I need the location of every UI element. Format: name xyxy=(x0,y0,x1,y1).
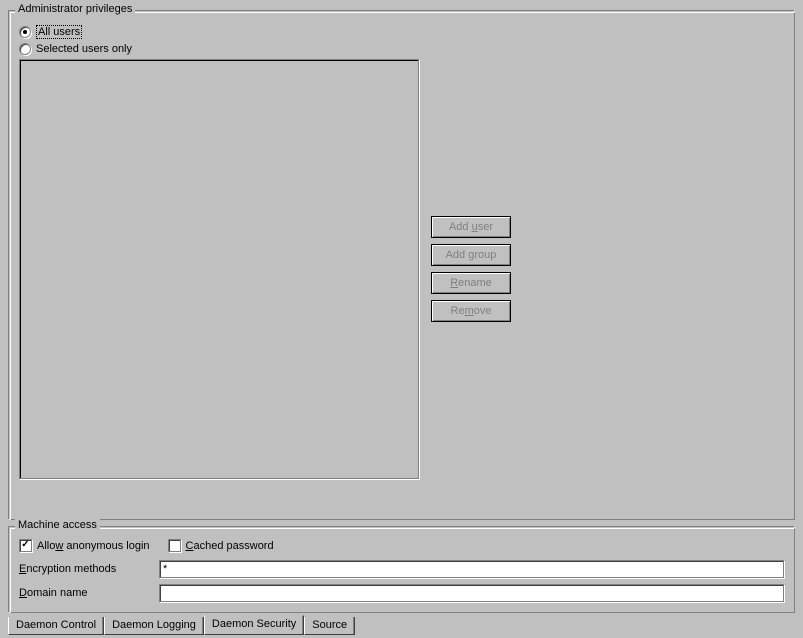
add-group-button[interactable]: Add group xyxy=(431,244,511,266)
admin-privileges-group: Administrator privileges All users Selec… xyxy=(8,10,795,520)
checkbox-icon xyxy=(19,539,32,552)
radio-selected-users-label: Selected users only xyxy=(36,43,132,55)
encryption-methods-input[interactable] xyxy=(159,560,784,578)
user-buttons-column: Add user Add group Rename Remove xyxy=(431,59,511,479)
tab-source[interactable]: Source xyxy=(304,617,355,635)
users-listbox[interactable] xyxy=(19,59,419,479)
bottom-tab-strip: Daemon Control Daemon Logging Daemon Sec… xyxy=(8,616,795,635)
tab-daemon-logging[interactable]: Daemon Logging xyxy=(104,617,204,635)
tab-daemon-security[interactable]: Daemon Security xyxy=(204,615,304,635)
cached-password-checkbox[interactable]: Cached password xyxy=(168,539,274,552)
checkbox-icon xyxy=(168,539,181,552)
add-user-button[interactable]: Add user xyxy=(431,216,511,238)
allow-anonymous-label: Allow anonymous login xyxy=(37,540,150,552)
domain-name-input[interactable] xyxy=(159,584,784,602)
radio-selected-users[interactable]: Selected users only xyxy=(19,43,784,55)
admin-legend: Administrator privileges xyxy=(15,3,135,15)
domain-name-label: Domain name xyxy=(19,587,159,599)
machine-legend: Machine access xyxy=(15,519,100,531)
allow-anonymous-checkbox[interactable]: Allow anonymous login xyxy=(19,539,150,552)
tab-daemon-control[interactable]: Daemon Control xyxy=(8,617,104,635)
radio-icon xyxy=(19,26,31,38)
radio-all-users[interactable]: All users xyxy=(19,25,784,39)
machine-access-group: Machine access Allow anonymous login Cac… xyxy=(8,526,795,613)
cached-password-label: Cached password xyxy=(186,540,274,552)
rename-button[interactable]: Rename xyxy=(431,272,511,294)
radio-icon xyxy=(19,43,31,55)
remove-button[interactable]: Remove xyxy=(431,300,511,322)
radio-all-users-label: All users xyxy=(36,25,82,39)
encryption-methods-label: Encryption methods xyxy=(19,563,159,575)
